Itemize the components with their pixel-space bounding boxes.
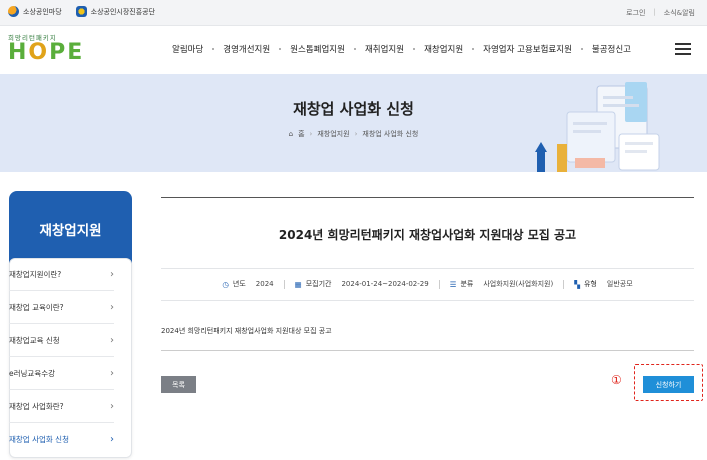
hero-banner: 재창업 사업화 신청 ⌂ 홈 › 재창업지원 › 재창업 사업화 신청 — [0, 74, 707, 172]
menu-icon[interactable] — [675, 43, 691, 55]
news-link[interactable]: 소식&알림 — [664, 8, 695, 18]
sidebar-item-label: 재창업교육 신청 — [9, 335, 60, 345]
clock-icon: ◷ — [222, 279, 229, 289]
sidebar-item-label: 재창업 교육이란? — [9, 302, 64, 312]
chevron-right-icon: › — [110, 301, 114, 313]
nav-dot — [472, 48, 475, 50]
annotation-number: ① — [611, 373, 622, 387]
nav-item-management[interactable]: 경영개선지원 — [223, 43, 270, 55]
meta-period: ▦ 모집기간 2024-01-24~2024-02-29 — [295, 279, 429, 289]
login-link[interactable]: 로그인 — [626, 8, 645, 18]
sidebar-item-business-apply[interactable]: 재창업 사업화 신청 › — [9, 423, 114, 456]
chevron-right-icon: › — [110, 268, 114, 280]
sidebar-item-business-intro[interactable]: 재창업 사업화란? › — [9, 390, 114, 423]
chevron-right-icon: › — [110, 400, 114, 412]
chevron-right-icon: › — [110, 334, 114, 346]
divider — [161, 300, 694, 301]
meta-type: ▚ 유형 일반공모 — [574, 279, 632, 289]
nav-item-notice[interactable]: 알림마당 — [172, 43, 203, 55]
main-nav: 알림마당 경영개선지원 원스톱폐업지원 재취업지원 재창업지원 자영업자 고용보… — [172, 43, 631, 55]
nav-dot — [413, 48, 416, 50]
sidebar-item-restart-intro[interactable]: 재창업지원이란? › — [9, 258, 114, 291]
sidebar-item-elearning[interactable]: e러닝교육수강 › — [9, 357, 114, 390]
sidebar-item-label: e러닝교육수강 — [9, 368, 56, 378]
brand-letters-pe: PE — [49, 40, 85, 65]
nav-dot — [279, 48, 282, 50]
meta-label: 유형 — [583, 280, 597, 288]
site-link-label: 소상공인마당 — [23, 7, 62, 16]
divider — [161, 197, 694, 198]
post-body: 2024년 희망리턴패키지 재창업사업화 지원대상 모집 공고 — [161, 327, 332, 335]
list-icon: ☰ — [449, 279, 457, 289]
meta-value: 2024-01-24~2024-02-29 — [341, 280, 429, 288]
nav-dot — [353, 48, 356, 50]
site-link-label: 소상공인시장진흥공단 — [90, 7, 156, 16]
sidebar-item-label: 재창업 사업화란? — [9, 401, 64, 411]
meta-value: 일반공모 — [606, 280, 633, 288]
meta-value: 사업화지원(사업화지원) — [483, 280, 554, 288]
sidebar-item-education-intro[interactable]: 재창업 교육이란? › — [9, 291, 114, 324]
utility-bar: 소상공인마당 소상공인시장진흥공단 로그인 | 소식&알림 — [0, 0, 707, 26]
meta-label: 모집기간 — [305, 280, 332, 288]
meta-label: 분류 — [460, 280, 474, 288]
brand-letter-h: H — [8, 40, 29, 65]
nav-item-report[interactable]: 불공정신고 — [592, 43, 631, 55]
post-meta: ◷ 년도 2024 ▦ 모집기간 2024-01-24~2024-02-29 ☰… — [161, 279, 694, 289]
home-icon[interactable]: ⌂ — [289, 130, 293, 138]
sidebar-item-education-apply[interactable]: 재창업교육 신청 › — [9, 324, 114, 357]
divider — [161, 350, 694, 351]
breadcrumb-section[interactable]: 재창업지원 — [317, 129, 349, 139]
brand-title: HOPE — [8, 42, 84, 64]
meta-category: ☰ 분류 사업화지원(사업화지원) — [450, 279, 554, 289]
sidebar-item-label: 재창업 사업화 신청 — [9, 435, 69, 444]
hope-logo[interactable]: 희망리턴패키지 HOPE — [8, 32, 84, 64]
site-link-sosang-madang[interactable]: 소상공인마당 — [8, 6, 62, 17]
divider — [563, 279, 565, 289]
divider: | — [653, 8, 656, 16]
site-link-semas[interactable]: 소상공인시장진흥공단 — [75, 6, 156, 17]
nav-dot — [580, 48, 583, 50]
meta-value: 2024 — [255, 280, 274, 288]
documents-illustration — [535, 82, 660, 172]
nav-item-insurance[interactable]: 자영업자 고용보험료지원 — [483, 43, 572, 55]
sidebar-title: 재창업지원 — [9, 191, 132, 267]
nav-item-closure[interactable]: 원스톱폐업지원 — [290, 43, 345, 55]
meta-year: ◷ 년도 2024 — [222, 279, 273, 289]
apply-button[interactable]: 신청하기 — [643, 376, 694, 393]
nav-dot — [212, 48, 215, 50]
post-title: 2024년 희망리턴패키지 재창업사업화 지원대상 모집 공고 — [278, 228, 577, 242]
chevron-right-icon: › — [309, 130, 313, 138]
chevron-right-icon: › — [354, 130, 358, 138]
meta-label: 년도 — [232, 280, 246, 288]
sidebar-item-label: 재창업지원이란? — [9, 269, 62, 279]
list-button[interactable]: 목록 — [161, 376, 196, 393]
grid-icon: ▚ — [574, 279, 580, 289]
divider — [161, 268, 694, 269]
divider — [283, 279, 285, 289]
calendar-icon: ▦ — [294, 279, 302, 289]
nav-item-restart[interactable]: 재창업지원 — [424, 43, 463, 55]
sosang-madang-logo-icon — [8, 6, 19, 17]
nav-item-reemployment[interactable]: 재취업지원 — [365, 43, 404, 55]
brand-letter-o: O — [28, 40, 50, 65]
semas-logo-icon — [75, 6, 87, 17]
divider — [438, 279, 440, 289]
chevron-right-icon: › — [110, 367, 114, 379]
breadcrumb-home[interactable]: 홈 — [298, 129, 304, 139]
chevron-right-icon: › — [110, 434, 114, 445]
main-header: 희망리턴패키지 HOPE 알림마당 경영개선지원 원스톱폐업지원 재취업지원 재… — [0, 26, 707, 74]
breadcrumb-current: 재창업 사업화 신청 — [362, 130, 419, 138]
